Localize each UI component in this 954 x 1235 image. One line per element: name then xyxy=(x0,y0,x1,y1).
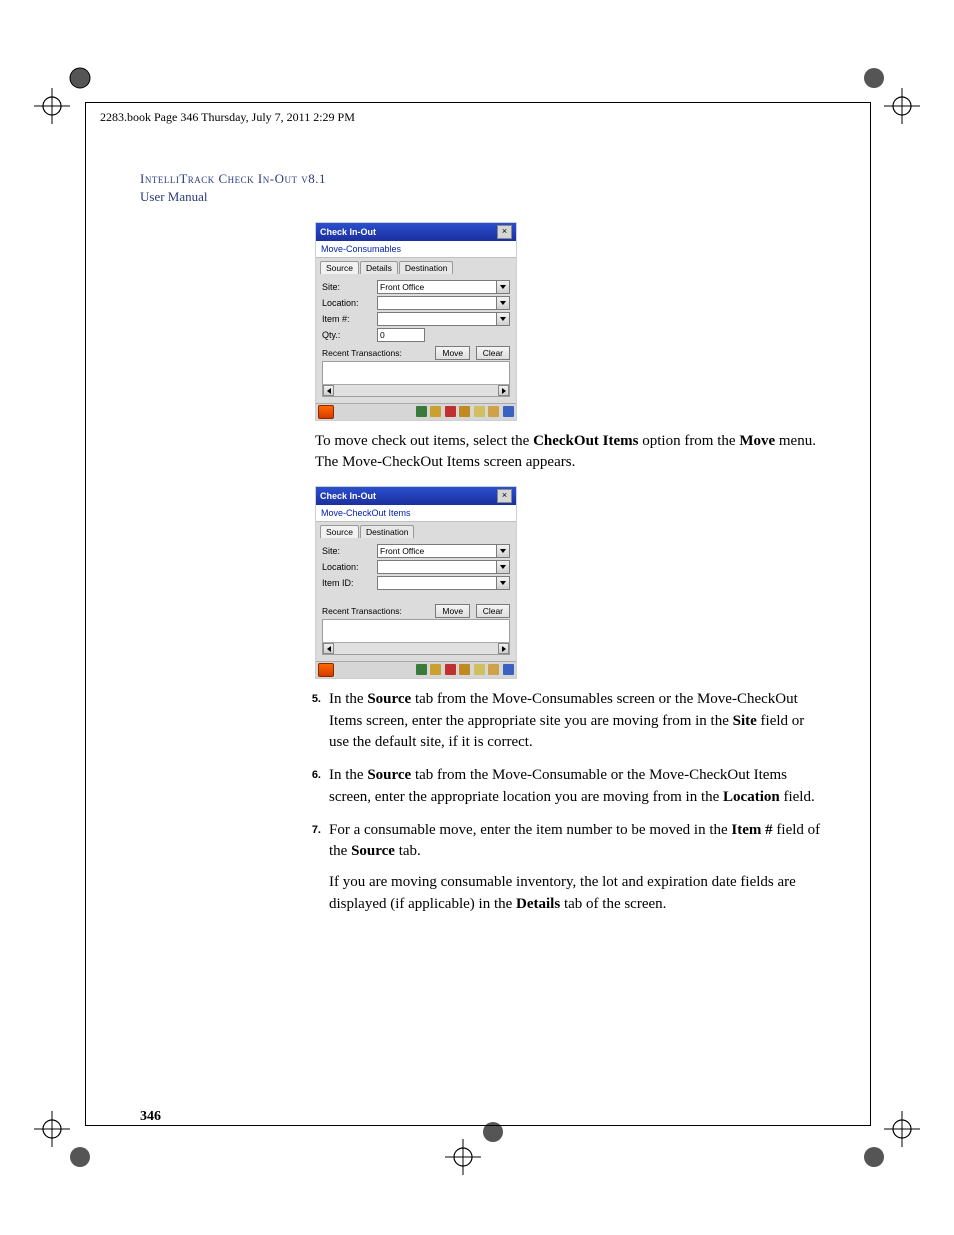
product-title: IntelliTrack Check In-Out v8.1 xyxy=(140,170,326,188)
tab-destination[interactable]: Destination xyxy=(399,261,454,274)
crop-ball-icon xyxy=(856,1139,892,1175)
step-5: 5. In the Source tab from the Move-Consu… xyxy=(295,689,825,753)
tray-icon[interactable] xyxy=(430,664,441,675)
crop-ball-icon xyxy=(856,60,892,96)
tray-icon[interactable] xyxy=(488,664,499,675)
doc-header: IntelliTrack Check In-Out v8.1 User Manu… xyxy=(140,170,326,205)
window-title: Check In-Out xyxy=(320,491,376,501)
tray-icon[interactable] xyxy=(445,406,456,417)
tray-icon[interactable] xyxy=(474,406,485,417)
qty-label: Qty.: xyxy=(322,330,377,340)
tray-icon[interactable] xyxy=(503,664,514,675)
chevron-down-icon[interactable] xyxy=(497,576,510,590)
start-icon[interactable] xyxy=(318,663,334,677)
move-button[interactable]: Move xyxy=(435,346,470,360)
chevron-down-icon[interactable] xyxy=(497,280,510,294)
window-subtitle: Move-Consumables xyxy=(316,241,516,258)
site-label: Site: xyxy=(322,546,377,556)
horizontal-scrollbar[interactable] xyxy=(323,384,509,396)
form-body: Site: Front Office Location: Item ID: Re… xyxy=(316,538,516,661)
crop-ball-icon xyxy=(62,60,98,96)
manual-page: 2283.book Page 346 Thursday, July 7, 201… xyxy=(0,0,954,1235)
tab-source[interactable]: Source xyxy=(320,525,359,538)
tray-icons xyxy=(415,406,514,419)
move-button[interactable]: Move xyxy=(435,604,470,618)
numbered-steps: 5. In the Source tab from the Move-Consu… xyxy=(295,689,825,915)
scroll-left-icon[interactable] xyxy=(323,643,334,654)
tab-details[interactable]: Details xyxy=(360,261,398,274)
step-6: 6. In the Source tab from the Move-Consu… xyxy=(295,765,825,808)
site-field[interactable]: Front Office xyxy=(377,544,497,558)
screenshot-move-consumables: Check In-Out × Move-Consumables Source D… xyxy=(315,222,517,421)
page-number: 346 xyxy=(140,1109,161,1125)
page-content: Check In-Out × Move-Consumables Source D… xyxy=(140,220,820,927)
step-7: 7. For a consumable move, enter the item… xyxy=(295,820,825,915)
tray-icon[interactable] xyxy=(459,664,470,675)
task-tray xyxy=(316,403,516,420)
clear-button[interactable]: Clear xyxy=(476,346,510,360)
item-label: Item #: xyxy=(322,314,377,324)
location-label: Location: xyxy=(322,562,377,572)
tray-icon[interactable] xyxy=(416,406,427,417)
horizontal-scrollbar[interactable] xyxy=(323,642,509,654)
chevron-down-icon[interactable] xyxy=(497,296,510,310)
tray-icon[interactable] xyxy=(459,406,470,417)
transactions-list[interactable] xyxy=(322,619,510,655)
chevron-down-icon[interactable] xyxy=(497,560,510,574)
tray-icon[interactable] xyxy=(445,664,456,675)
screenshot-move-checkout-items: Check In-Out × Move-CheckOut Items Sourc… xyxy=(315,486,517,679)
step-number: 7. xyxy=(295,820,329,915)
window-title: Check In-Out xyxy=(320,227,376,237)
tray-icon[interactable] xyxy=(430,406,441,417)
location-field[interactable] xyxy=(377,296,497,310)
site-label: Site: xyxy=(322,282,377,292)
location-label: Location: xyxy=(322,298,377,308)
tab-strip: Source Details Destination xyxy=(316,258,516,274)
doc-subtitle: User Manual xyxy=(140,188,326,206)
window-titlebar: Check In-Out × xyxy=(316,223,516,241)
tab-source[interactable]: Source xyxy=(320,261,359,274)
recent-transactions-label: Recent Transactions: xyxy=(322,606,402,616)
body-paragraph: To move check out items, select the Chec… xyxy=(315,431,820,472)
site-field[interactable]: Front Office xyxy=(377,280,497,294)
chevron-down-icon[interactable] xyxy=(497,312,510,326)
tab-destination[interactable]: Destination xyxy=(360,525,415,538)
running-head: 2283.book Page 346 Thursday, July 7, 201… xyxy=(100,110,355,125)
start-icon[interactable] xyxy=(318,405,334,419)
step-number: 5. xyxy=(295,689,329,753)
tray-icon[interactable] xyxy=(503,406,514,417)
recent-transactions-label: Recent Transactions: xyxy=(322,348,402,358)
close-icon[interactable]: × xyxy=(497,225,512,239)
item-id-field[interactable] xyxy=(377,576,497,590)
step-number: 6. xyxy=(295,765,329,808)
location-field[interactable] xyxy=(377,560,497,574)
item-field[interactable] xyxy=(377,312,497,326)
item-id-label: Item ID: xyxy=(322,578,377,588)
qty-field[interactable]: 0 xyxy=(377,328,425,342)
tab-strip: Source Destination xyxy=(316,522,516,538)
window-titlebar: Check In-Out × xyxy=(316,487,516,505)
task-tray xyxy=(316,661,516,678)
close-icon[interactable]: × xyxy=(497,489,512,503)
form-body: Site: Front Office Location: Item #: Qty… xyxy=(316,274,516,403)
scroll-left-icon[interactable] xyxy=(323,385,334,396)
tray-icon[interactable] xyxy=(474,664,485,675)
tray-icon[interactable] xyxy=(488,406,499,417)
scroll-right-icon[interactable] xyxy=(498,643,509,654)
chevron-down-icon[interactable] xyxy=(497,544,510,558)
scroll-right-icon[interactable] xyxy=(498,385,509,396)
window-subtitle: Move-CheckOut Items xyxy=(316,505,516,522)
tray-icon[interactable] xyxy=(416,664,427,675)
transactions-list[interactable] xyxy=(322,361,510,397)
clear-button[interactable]: Clear xyxy=(476,604,510,618)
crop-ball-icon xyxy=(62,1139,98,1175)
tray-icons xyxy=(415,664,514,677)
